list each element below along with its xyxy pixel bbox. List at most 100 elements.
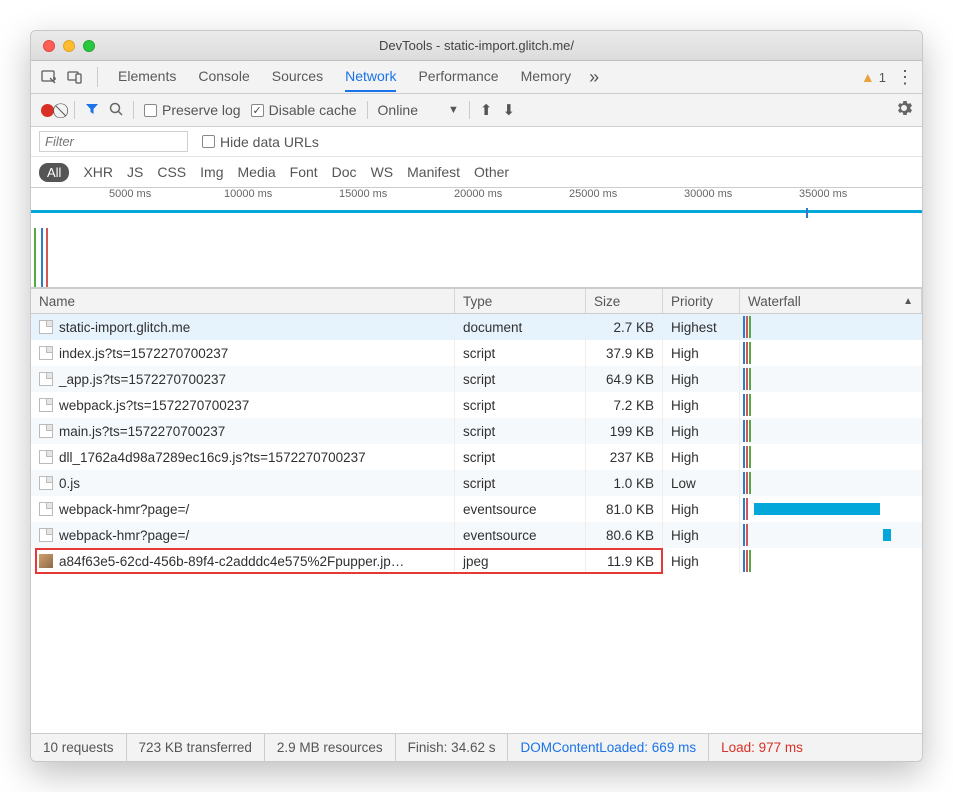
cell-waterfall	[740, 444, 922, 470]
cell-waterfall	[740, 470, 922, 496]
devtools-window: DevTools - static-import.glitch.me/ Elem…	[30, 30, 923, 762]
window-title: DevTools - static-import.glitch.me/	[31, 38, 922, 53]
cell-waterfall	[740, 340, 922, 366]
tab-memory[interactable]: Memory	[521, 62, 572, 92]
throttling-dropdown[interactable]: Online▼	[378, 102, 459, 118]
request-row[interactable]: webpack.js?ts=1572270700237 script 7.2 K…	[31, 392, 922, 418]
cell-waterfall	[740, 496, 922, 522]
request-row[interactable]: index.js?ts=1572270700237 script 37.9 KB…	[31, 340, 922, 366]
status-load: Load: 977 ms	[709, 734, 815, 761]
cell-type: script	[455, 470, 586, 496]
cell-name: _app.js?ts=1572270700237	[31, 366, 455, 392]
cell-size: 7.2 KB	[586, 392, 663, 418]
filter-type-img[interactable]: Img	[200, 164, 223, 180]
cell-waterfall	[740, 522, 922, 548]
hide-data-urls-checkbox[interactable]: Hide data URLs	[202, 134, 319, 150]
cell-type: script	[455, 340, 586, 366]
filter-icon[interactable]	[85, 102, 99, 119]
tab-performance[interactable]: Performance	[418, 62, 498, 92]
request-row[interactable]: dll_1762a4d98a7289ec16c9.js?ts=157227070…	[31, 444, 922, 470]
filter-type-font[interactable]: Font	[290, 164, 318, 180]
cell-priority: High	[663, 444, 740, 470]
cell-type: jpeg	[455, 548, 586, 574]
timeline-tick: 20000 ms	[454, 188, 502, 200]
file-icon	[39, 554, 53, 568]
warning-badge[interactable]: ▲ 1	[861, 69, 886, 85]
cell-type: document	[455, 314, 586, 340]
tab-elements[interactable]: Elements	[118, 62, 176, 92]
col-waterfall[interactable]: Waterfall▲	[740, 289, 922, 313]
cell-priority: High	[663, 522, 740, 548]
filter-input[interactable]	[39, 131, 188, 152]
menu-icon[interactable]: ⋮	[896, 67, 914, 88]
col-size[interactable]: Size	[586, 289, 663, 313]
col-name[interactable]: Name	[31, 289, 455, 313]
maximize-window-icon[interactable]	[83, 40, 95, 52]
filter-type-media[interactable]: Media	[238, 164, 276, 180]
cell-waterfall	[740, 548, 922, 574]
status-bar: 10 requests 723 KB transferred 2.9 MB re…	[31, 733, 922, 761]
upload-icon[interactable]: ⬆	[480, 101, 493, 119]
record-icon[interactable]	[41, 104, 54, 117]
file-icon	[39, 476, 53, 490]
cell-size: 11.9 KB	[586, 548, 663, 574]
filter-bar: Hide data URLs	[31, 127, 922, 157]
timeline-overview[interactable]: 5000 ms10000 ms15000 ms20000 ms25000 ms3…	[31, 188, 922, 288]
request-row[interactable]: a84f63e5-62cd-456b-89f4-c2adddc4e575%2Fp…	[31, 548, 922, 574]
cell-size: 37.9 KB	[586, 340, 663, 366]
cell-type: script	[455, 366, 586, 392]
cell-waterfall	[740, 418, 922, 444]
filter-type-doc[interactable]: Doc	[332, 164, 357, 180]
file-icon	[39, 528, 53, 542]
filter-type-manifest[interactable]: Manifest	[407, 164, 460, 180]
titlebar: DevTools - static-import.glitch.me/	[31, 31, 922, 61]
filter-type-xhr[interactable]: XHR	[83, 164, 113, 180]
cell-size: 1.0 KB	[586, 470, 663, 496]
request-row[interactable]: webpack-hmr?page=/ eventsource 81.0 KB H…	[31, 496, 922, 522]
cell-name: index.js?ts=1572270700237	[31, 340, 455, 366]
request-row[interactable]: static-import.glitch.me document 2.7 KB …	[31, 314, 922, 340]
cell-priority: High	[663, 496, 740, 522]
status-domcontentloaded: DOMContentLoaded: 669 ms	[508, 734, 709, 761]
cell-name: webpack-hmr?page=/	[31, 522, 455, 548]
minimize-window-icon[interactable]	[63, 40, 75, 52]
device-toggle-icon[interactable]	[65, 67, 85, 87]
status-finish: Finish: 34.62 s	[396, 734, 509, 761]
cell-type: script	[455, 392, 586, 418]
request-row[interactable]: _app.js?ts=1572270700237 script 64.9 KB …	[31, 366, 922, 392]
main-tabs: Elements Console Sources Network Performance…	[31, 61, 922, 94]
filter-type-ws[interactable]: WS	[371, 164, 394, 180]
request-row[interactable]: webpack-hmr?page=/ eventsource 80.6 KB H…	[31, 522, 922, 548]
close-window-icon[interactable]	[43, 40, 55, 52]
search-icon[interactable]	[109, 102, 123, 119]
tab-network[interactable]: Network	[345, 62, 396, 92]
filter-type-other[interactable]: Other	[474, 164, 509, 180]
filter-type-js[interactable]: JS	[127, 164, 143, 180]
gear-icon[interactable]	[896, 100, 912, 121]
disable-cache-checkbox[interactable]: Disable cache	[251, 102, 357, 118]
request-row[interactable]: 0.js script 1.0 KB Low	[31, 470, 922, 496]
cell-size: 199 KB	[586, 418, 663, 444]
window-controls[interactable]	[31, 40, 95, 52]
download-icon[interactable]: ⬇	[502, 101, 515, 119]
cell-priority: High	[663, 418, 740, 444]
status-resources: 2.9 MB resources	[265, 734, 396, 761]
request-list: static-import.glitch.me document 2.7 KB …	[31, 314, 922, 733]
timeline-tick: 10000 ms	[224, 188, 272, 200]
request-row[interactable]: main.js?ts=1572270700237 script 199 KB H…	[31, 418, 922, 444]
tab-console[interactable]: Console	[198, 62, 249, 92]
filter-type-css[interactable]: CSS	[157, 164, 186, 180]
col-type[interactable]: Type	[455, 289, 586, 313]
inspect-icon[interactable]	[39, 67, 59, 87]
chevron-down-icon: ▼	[448, 104, 459, 116]
cell-waterfall	[740, 366, 922, 392]
cell-size: 81.0 KB	[586, 496, 663, 522]
table-header: Name Type Size Priority Waterfall▲	[31, 288, 922, 314]
file-icon	[39, 502, 53, 516]
tab-sources[interactable]: Sources	[272, 62, 323, 92]
filter-type-all[interactable]: All	[39, 163, 69, 182]
preserve-log-checkbox[interactable]: Preserve log	[144, 102, 241, 118]
cell-type: script	[455, 418, 586, 444]
more-tabs-icon[interactable]: »	[589, 67, 599, 88]
col-priority[interactable]: Priority	[663, 289, 740, 313]
